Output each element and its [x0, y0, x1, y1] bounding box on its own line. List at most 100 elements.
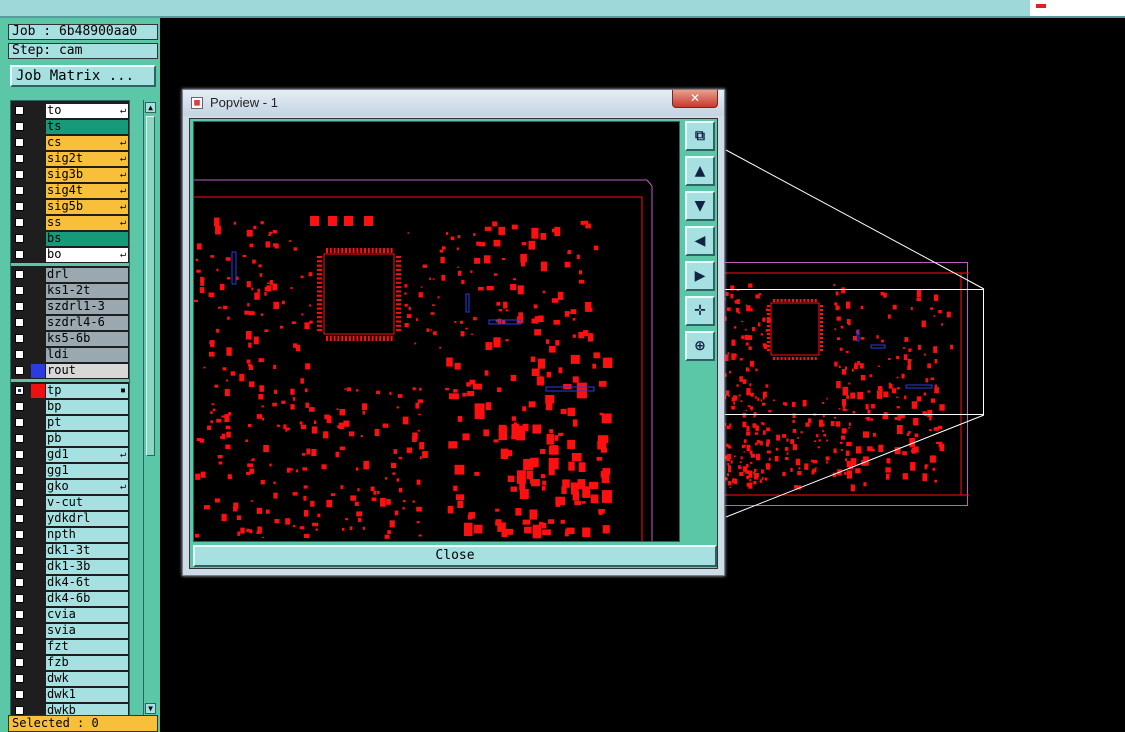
pan-left-button[interactable]: ◀ — [685, 226, 715, 256]
pcb-pad — [430, 329, 433, 331]
pcb-pad — [380, 497, 386, 507]
pcb-pad — [211, 403, 215, 406]
pcb-pad — [495, 519, 502, 524]
zoom-out-button[interactable]: ⊕ — [685, 331, 715, 361]
pcb-pad — [551, 298, 559, 303]
pcb-pad — [599, 380, 607, 387]
pcb-pad — [390, 336, 393, 341]
pcb-pad — [335, 451, 340, 458]
pcb-pad — [582, 527, 591, 537]
pcb-pad — [342, 527, 345, 531]
pcb-pad — [471, 333, 473, 336]
pcb-pad — [305, 363, 311, 370]
pcb-pad — [495, 508, 500, 512]
pcb-pad — [231, 251, 237, 285]
pcb-pad — [198, 438, 202, 441]
pcb-pad — [454, 321, 457, 323]
pcb-pad — [497, 522, 506, 532]
pcb-pad — [510, 486, 517, 492]
pcb-pad — [417, 429, 420, 432]
pcb-pad — [242, 254, 247, 258]
pan-right-button[interactable]: ▶ — [685, 261, 715, 291]
popview-canvas[interactable] — [193, 121, 680, 542]
pan-down-button[interactable]: ▼ — [685, 191, 715, 221]
pcb-pad — [553, 319, 560, 325]
pcb-pad — [456, 247, 459, 251]
pcb-pad — [336, 408, 339, 411]
pcb-pad — [344, 388, 347, 390]
pcb-pad — [546, 339, 550, 344]
pan-up-icon: ▲ — [694, 163, 706, 179]
pcb-pad — [578, 331, 585, 339]
pcb-pad — [362, 411, 365, 415]
pcb-pad — [225, 425, 231, 430]
pcb-pad — [348, 248, 351, 253]
pcb-pad — [309, 320, 313, 324]
pcb-pad — [474, 472, 480, 476]
pcb-pad — [497, 387, 502, 393]
pcb-pad — [530, 457, 539, 468]
pcb-pad — [418, 413, 421, 416]
pcb-pad — [415, 402, 420, 409]
pcb-pad — [249, 529, 253, 534]
pcb-pad — [295, 469, 298, 473]
pcb-pad — [511, 224, 518, 230]
pcb-pad — [227, 316, 230, 320]
pcb-pad — [317, 320, 322, 323]
pcb-pad — [309, 304, 312, 307]
pcb-pad — [343, 420, 350, 427]
pcb-pad — [292, 397, 296, 401]
pcb-pad — [554, 435, 559, 441]
pcb-pad — [420, 286, 423, 288]
pcb-pad — [505, 309, 509, 312]
board-outline — [646, 179, 653, 187]
zoom-in-button[interactable]: ✛ — [685, 296, 715, 326]
pcb-pad — [313, 420, 317, 424]
pcb-pad — [450, 236, 455, 241]
zoom-home-button[interactable]: ⧉ — [685, 121, 715, 151]
pcb-pad — [329, 336, 332, 341]
pcb-pad — [570, 309, 577, 315]
pcb-pad — [389, 520, 395, 528]
pcb-pad — [360, 435, 363, 438]
pcb-pad — [356, 389, 359, 392]
pcb-pad — [532, 424, 542, 434]
pcb-pad — [252, 259, 256, 264]
pcb-pad — [396, 281, 401, 284]
pcb-pad — [522, 519, 531, 525]
pcb-pad — [317, 294, 322, 297]
pcb-pad — [429, 277, 431, 281]
pan-up-button[interactable]: ▲ — [685, 156, 715, 186]
pcb-pad — [367, 336, 370, 341]
pcb-pad — [256, 414, 263, 419]
pan-right-icon: ▶ — [694, 268, 706, 284]
pcb-pad — [541, 485, 546, 491]
pcb-pad — [304, 388, 308, 393]
pcb-pad — [226, 379, 228, 382]
pcb-pad — [521, 262, 526, 267]
pcb-pad — [496, 301, 501, 306]
pcb-pad — [304, 322, 310, 329]
pcb-pad — [557, 291, 564, 300]
pcb-pad — [253, 225, 257, 230]
pcb-pad — [560, 519, 565, 524]
pcb-pad — [258, 358, 264, 363]
pcb-pad — [439, 249, 444, 253]
close-button[interactable]: Close — [193, 545, 717, 567]
pcb-pad — [546, 434, 554, 445]
pcb-pad — [265, 509, 270, 514]
pcb-pad — [288, 240, 292, 242]
pcb-pad — [567, 439, 576, 449]
pcb-pad — [310, 216, 319, 226]
pcb-pad — [331, 493, 336, 497]
pcb-pad — [441, 246, 446, 250]
pcb-pad — [273, 492, 278, 499]
pcb-pad — [317, 264, 322, 267]
pcb-pad — [383, 248, 385, 253]
pcb-pad — [379, 248, 382, 253]
pcb-pad — [317, 290, 322, 293]
pcb-pad — [376, 390, 380, 395]
pcb-pad — [293, 247, 297, 251]
popview-titlebar[interactable]: ▦ Popview - 1 ✕ — [183, 90, 724, 116]
window-close-button[interactable]: ✕ — [672, 90, 718, 108]
